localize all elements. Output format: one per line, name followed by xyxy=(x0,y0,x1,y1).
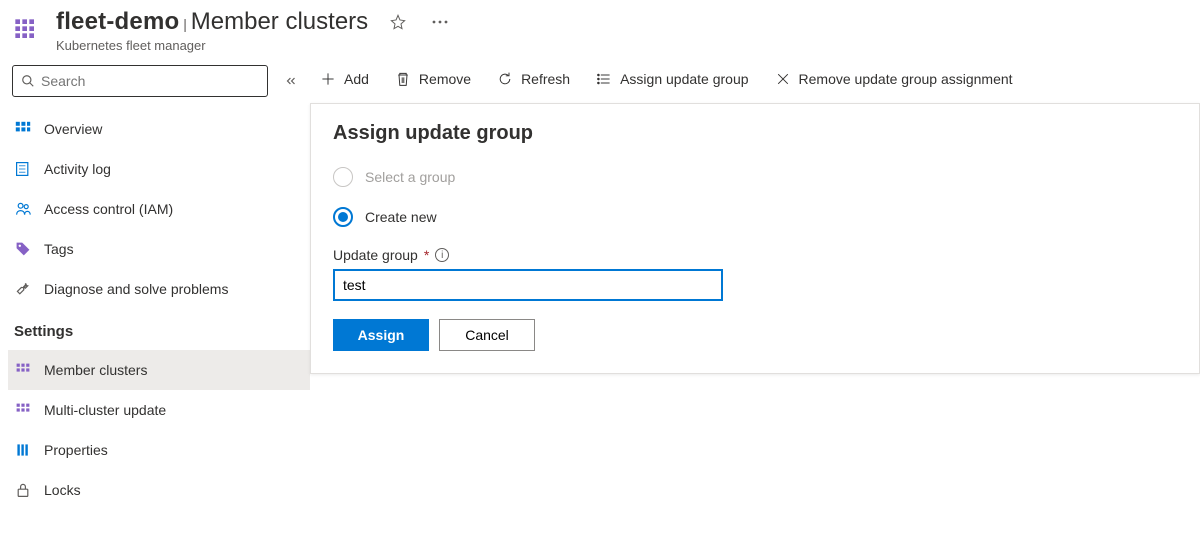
toolbar-label: Add xyxy=(344,71,369,87)
collapse-sidebar-button[interactable] xyxy=(280,70,302,92)
page-header: fleet-demo | Member clusters Kubernetes … xyxy=(0,0,1200,57)
update-group-field-label: Update group * i xyxy=(333,247,1177,263)
wrench-icon xyxy=(14,280,32,298)
toolbar-label: Remove xyxy=(419,71,471,87)
cluster-update-icon xyxy=(14,401,32,419)
cancel-button[interactable]: Cancel xyxy=(439,319,535,351)
resource-icon xyxy=(12,17,42,45)
sidebar-section-heading: Settings xyxy=(8,309,310,350)
toolbar-label: Assign update group xyxy=(620,71,748,87)
radio-select-group[interactable]: Select a group xyxy=(333,167,1177,187)
resource-name: fleet-demo xyxy=(56,8,179,35)
add-button[interactable]: Add xyxy=(318,67,371,91)
radio-label: Create new xyxy=(365,209,437,225)
overview-icon xyxy=(14,120,32,138)
remove-button[interactable]: Remove xyxy=(393,67,473,91)
sidebar-item-label: Multi-cluster update xyxy=(44,402,166,418)
sidebar-item-tags[interactable]: Tags xyxy=(8,229,310,269)
plus-icon xyxy=(320,71,336,87)
sidebar-item-access-control[interactable]: Access control (IAM) xyxy=(8,189,310,229)
lock-icon xyxy=(14,481,32,499)
toolbar-label: Remove update group assignment xyxy=(799,71,1013,87)
list-icon xyxy=(596,71,612,87)
sidebar-item-label: Activity log xyxy=(44,161,111,177)
x-icon xyxy=(775,71,791,87)
sidebar-item-label: Member clusters xyxy=(44,362,147,378)
radio-label: Select a group xyxy=(365,169,455,185)
resource-type-label: Kubernetes fleet manager xyxy=(56,38,1188,53)
sidebar-item-label: Access control (IAM) xyxy=(44,201,173,217)
panel-title: Assign update group xyxy=(333,122,1177,145)
sidebar-item-diagnose[interactable]: Diagnose and solve problems xyxy=(8,269,310,309)
assign-button[interactable]: Assign xyxy=(333,319,429,351)
assign-update-group-panel: Assign update group Select a group Creat… xyxy=(310,103,1200,374)
assign-update-group-button[interactable]: Assign update group xyxy=(594,67,750,91)
activity-log-icon xyxy=(14,160,32,178)
people-icon xyxy=(14,200,32,218)
refresh-icon xyxy=(497,71,513,87)
trash-icon xyxy=(395,71,411,87)
sidebar-item-multi-cluster-update[interactable]: Multi-cluster update xyxy=(8,390,310,430)
remove-update-group-button[interactable]: Remove update group assignment xyxy=(773,67,1015,91)
tag-icon xyxy=(14,240,32,258)
properties-icon xyxy=(14,441,32,459)
toolbar-label: Refresh xyxy=(521,71,570,87)
search-icon xyxy=(21,74,35,88)
cluster-icon xyxy=(14,361,32,379)
search-input-wrapper[interactable] xyxy=(12,65,268,97)
radio-icon xyxy=(333,167,353,187)
sidebar: Overview Activity log Access control (IA… xyxy=(0,57,310,535)
favorite-button[interactable] xyxy=(386,10,410,34)
sidebar-item-label: Tags xyxy=(44,241,74,257)
search-input[interactable] xyxy=(41,73,259,89)
field-label-text: Update group xyxy=(333,247,418,263)
required-asterisk: * xyxy=(424,247,429,263)
command-bar: Add Remove Refresh xyxy=(310,57,1200,101)
sidebar-item-member-clusters[interactable]: Member clusters xyxy=(8,350,310,390)
sidebar-item-overview[interactable]: Overview xyxy=(8,109,310,149)
sidebar-item-label: Properties xyxy=(44,442,108,458)
sidebar-item-properties[interactable]: Properties xyxy=(8,430,310,470)
update-group-input[interactable] xyxy=(333,269,723,301)
sidebar-item-locks[interactable]: Locks xyxy=(8,470,310,510)
more-options-icon[interactable] xyxy=(428,16,452,28)
sidebar-item-label: Diagnose and solve problems xyxy=(44,281,228,297)
radio-create-new[interactable]: Create new xyxy=(333,207,1177,227)
page-title: Member clusters xyxy=(191,8,368,35)
main-content: Add Remove Refresh xyxy=(310,57,1200,535)
refresh-button[interactable]: Refresh xyxy=(495,67,572,91)
sidebar-item-label: Locks xyxy=(44,482,81,498)
sidebar-item-activity-log[interactable]: Activity log xyxy=(8,149,310,189)
radio-icon xyxy=(333,207,353,227)
info-icon[interactable]: i xyxy=(435,248,449,262)
sidebar-item-label: Overview xyxy=(44,121,102,137)
